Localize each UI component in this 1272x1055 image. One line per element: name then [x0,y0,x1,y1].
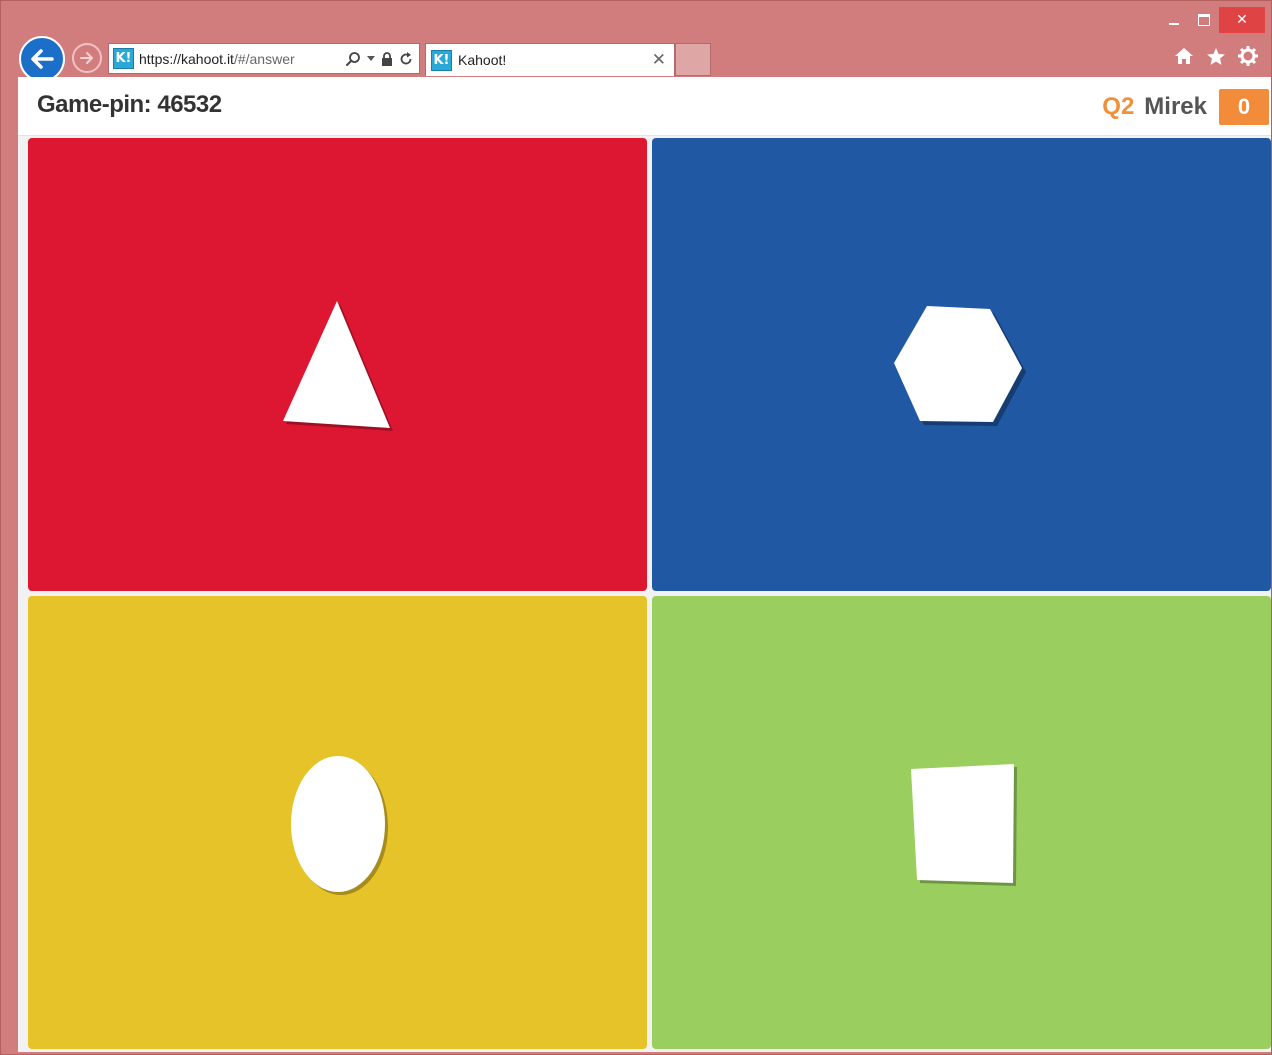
maximize-icon [1198,14,1210,26]
tab-kahoot[interactable]: K! Kahoot! ✕ [425,43,675,76]
arrow-right-icon [80,52,93,64]
address-bar[interactable]: K! https://kahoot.it/#/answer [108,43,420,74]
chevron-down-icon[interactable] [367,55,375,62]
square-icon [911,764,1017,886]
question-number: Q2 [1102,93,1135,120]
answer-button-circle[interactable] [28,596,647,1049]
answer-grid [28,138,1271,1050]
answer-button-triangle[interactable] [28,138,647,591]
favorites-button[interactable] [1205,45,1227,67]
player-name: Mirek [1144,93,1207,120]
home-icon [1175,48,1193,64]
address-bar-icons [345,51,419,67]
answer-button-hexagon[interactable] [652,138,1271,591]
refresh-icon[interactable] [399,51,413,66]
score-badge: 0 [1219,89,1269,125]
close-icon: ✕ [1236,12,1248,28]
game-header: Game-pin: 46532 Q2 Mirek 0 [18,77,1271,136]
lock-icon[interactable] [381,51,393,66]
back-button[interactable] [19,36,65,82]
search-icon[interactable] [345,51,361,67]
new-tab-button[interactable] [675,43,711,76]
close-window-button[interactable]: ✕ [1219,7,1265,33]
hexagon-icon [894,306,1026,426]
maximize-button[interactable] [1189,7,1219,33]
forward-button[interactable] [72,43,102,73]
arrow-left-icon [31,49,54,69]
player-info: Q2 Mirek 0 [1102,89,1269,125]
game-pin: Game-pin: 46532 [37,91,222,118]
url-domain: https://kahoot.it [139,50,234,67]
kahoot-favicon: K! [113,48,134,69]
star-icon [1207,47,1225,65]
page-viewport: Game-pin: 46532 Q2 Mirek 0 [18,77,1271,1052]
url-path: /#/answer [233,50,295,67]
window-controls: ✕ [1159,7,1265,33]
browser-window: ✕ K! https://kahoot.it/#/answer K! Kahoo… [0,0,1272,1055]
browser-tools [1173,45,1259,67]
minimize-icon [1169,23,1179,25]
minimize-button[interactable] [1159,7,1189,33]
triangle-icon [283,301,393,431]
url-text: https://kahoot.it/#/answer [139,51,295,67]
circle-icon [291,756,388,895]
kahoot-tab-favicon: K! [431,49,452,71]
settings-button[interactable] [1237,45,1259,67]
tab-close-icon[interactable]: ✕ [652,50,666,70]
tab-title: Kahoot! [458,52,507,68]
home-button[interactable] [1173,45,1195,67]
answer-button-square[interactable] [652,596,1271,1049]
gear-icon [1238,46,1258,66]
